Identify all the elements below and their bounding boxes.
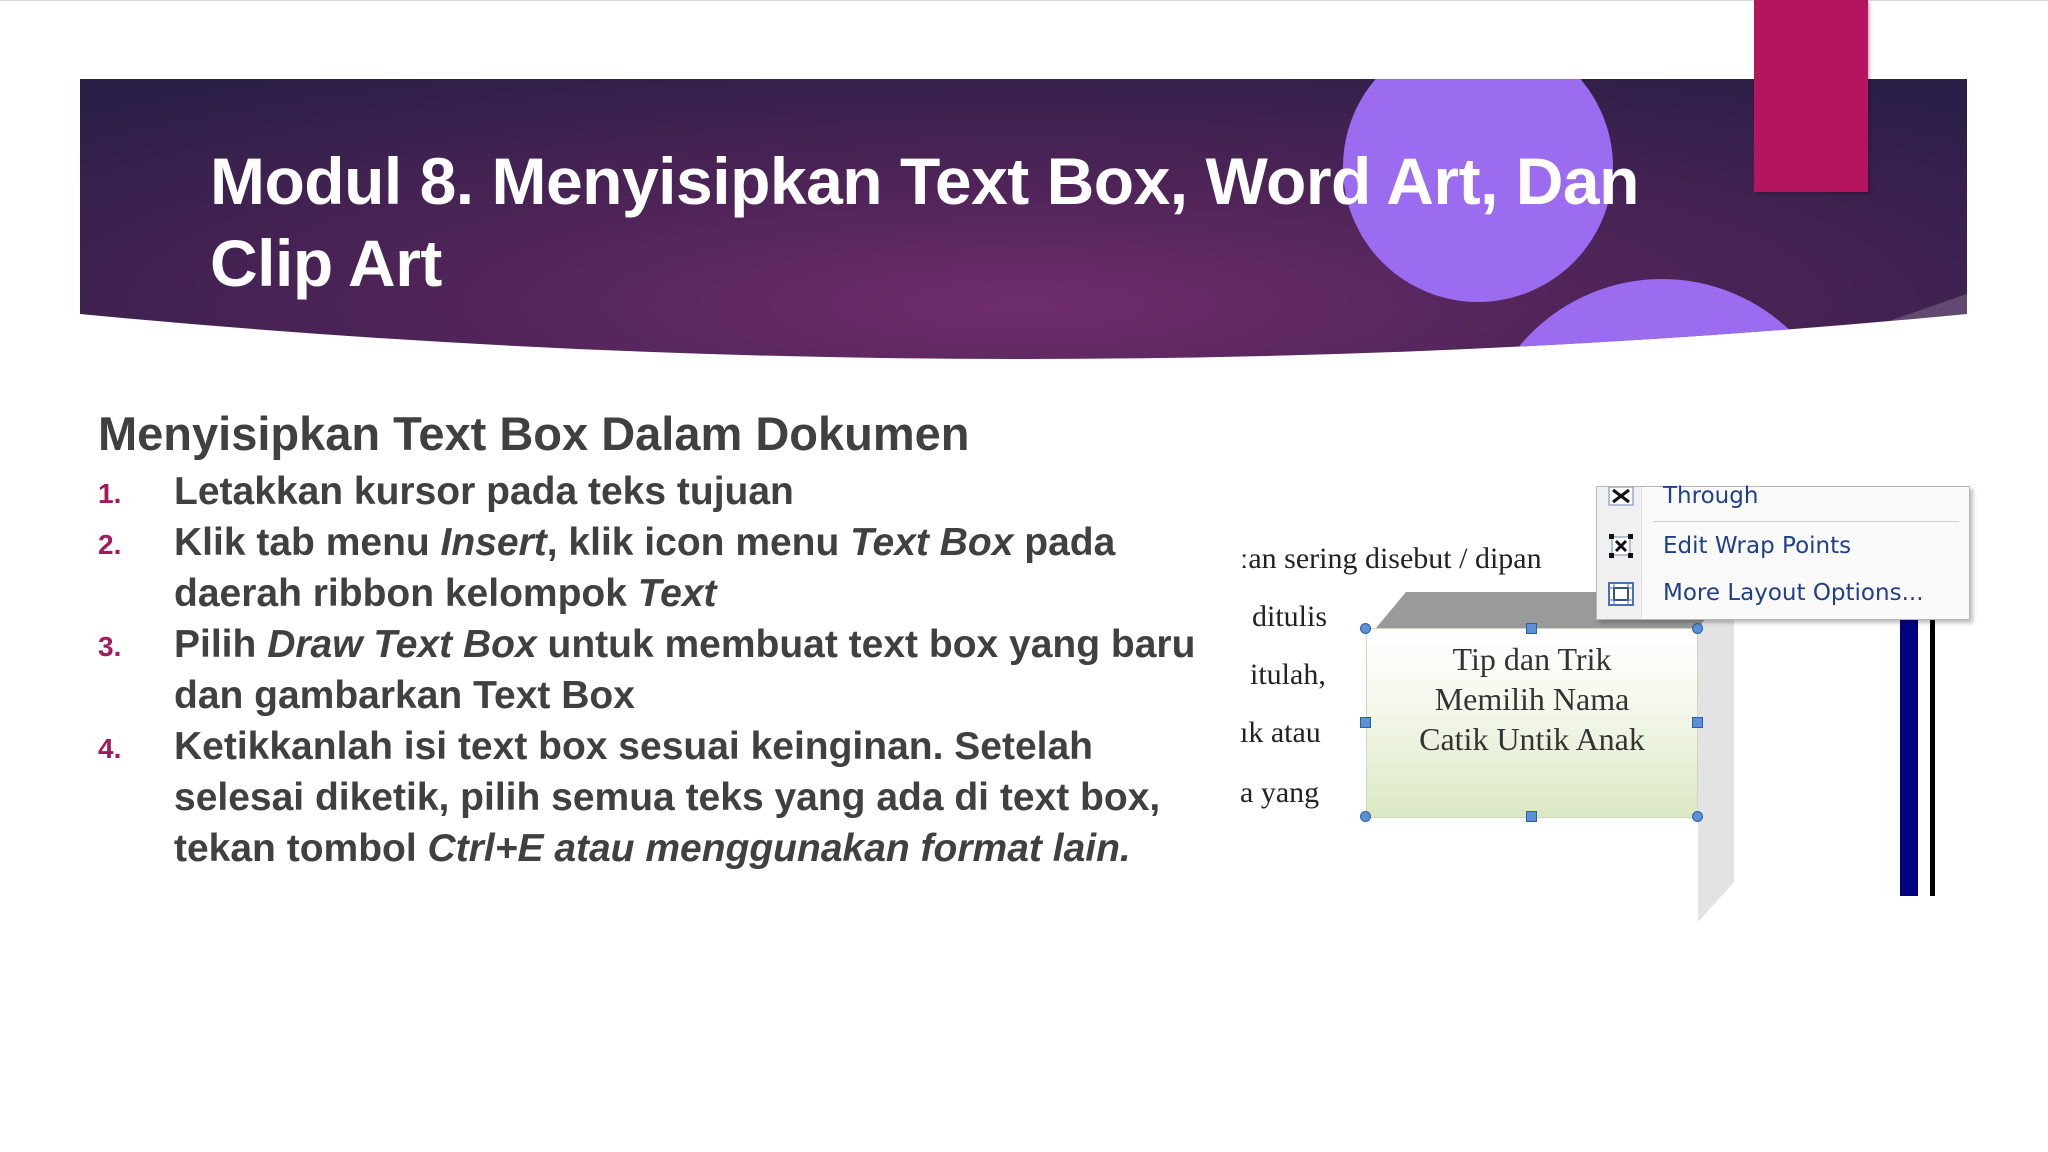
document-border-line [1930,620,1935,896]
resize-handle [1526,811,1537,822]
document-line: ditulis [1252,600,1328,633]
document-line: ːan sering disebut / dipan [1240,542,1542,575]
resize-handle [1692,623,1703,634]
step-item: 3. Pilih Draw Text Box untuk membuat tex… [98,619,1208,721]
resize-handle [1360,811,1371,822]
steps-list: 1. Letakkan kursor pada teks tujuan 2. K… [98,466,1208,874]
word-screenshot-image: ːan sering disebut / dipan ditulis itula… [1240,483,1980,922]
step-item: 4. Ketikkanlah isi text box sesuai keing… [98,721,1208,874]
section-subtitle: Menyisipkan Text Box Dalam Dokumen [98,407,970,460]
textbox-line: Tip dan Trik [1452,641,1612,677]
resize-handle [1692,811,1703,822]
layout-options-icon [1608,582,1634,606]
step-text-italic: Text [637,572,717,615]
step-number: 1. [98,478,122,509]
menu-item-more-layout-options: More Layout Options... [1663,580,1924,606]
resize-handle [1360,623,1371,634]
wrap-text-menu: Through Edit Wrap Points More Layout Opt… [1596,483,1970,620]
step-text-italic: Ctrl+E atau menggunakan format lain. [427,827,1131,870]
textbox-3d-side-face [1698,592,1734,922]
step-number: 2. [98,529,122,560]
menu-separator [1653,521,1959,522]
sample-text-box: Tip dan Trik Memilih Nama Catik Untik An… [1366,628,1698,818]
menu-item-through: Through [1663,483,1759,509]
menu-item-edit-wrap-points: Edit Wrap Points [1663,533,1852,559]
step-text-italic: Text Box [850,521,1014,564]
resize-handle [1692,717,1703,728]
textbox-line: Memilih Nama [1434,681,1630,717]
textbox-line: Catik Untik Anak [1419,721,1645,757]
top-border-line [0,0,2048,1]
resize-handle [1526,623,1537,634]
step-text: Klik tab menu [174,521,441,564]
document-line: a yang [1240,776,1320,809]
step-item: 2. Klik tab menu Insert, klik icon menu … [98,517,1208,619]
accent-bar [1754,0,1868,192]
step-number: 3. [98,631,122,662]
step-text: , klik icon menu [546,521,851,564]
resize-handle [1360,717,1371,728]
document-line: itulah, [1250,658,1326,691]
step-text: Pilih [174,623,268,666]
step-item: 1. Letakkan kursor pada teks tujuan [98,466,1208,517]
wrap-through-icon [1608,487,1634,506]
step-number: 4. [98,733,122,764]
document-border-bar [1900,620,1918,896]
step-text: Letakkan kursor pada teks tujuan [174,470,794,513]
step-text-italic: Insert [440,521,547,564]
step-text-italic: Draw Text Box [267,623,537,666]
slide-title: Modul 8. Menyisipkan Text Box, Word Art,… [210,144,1639,300]
document-line: ık atau [1240,716,1321,749]
edit-wrap-points-icon [1609,534,1633,558]
